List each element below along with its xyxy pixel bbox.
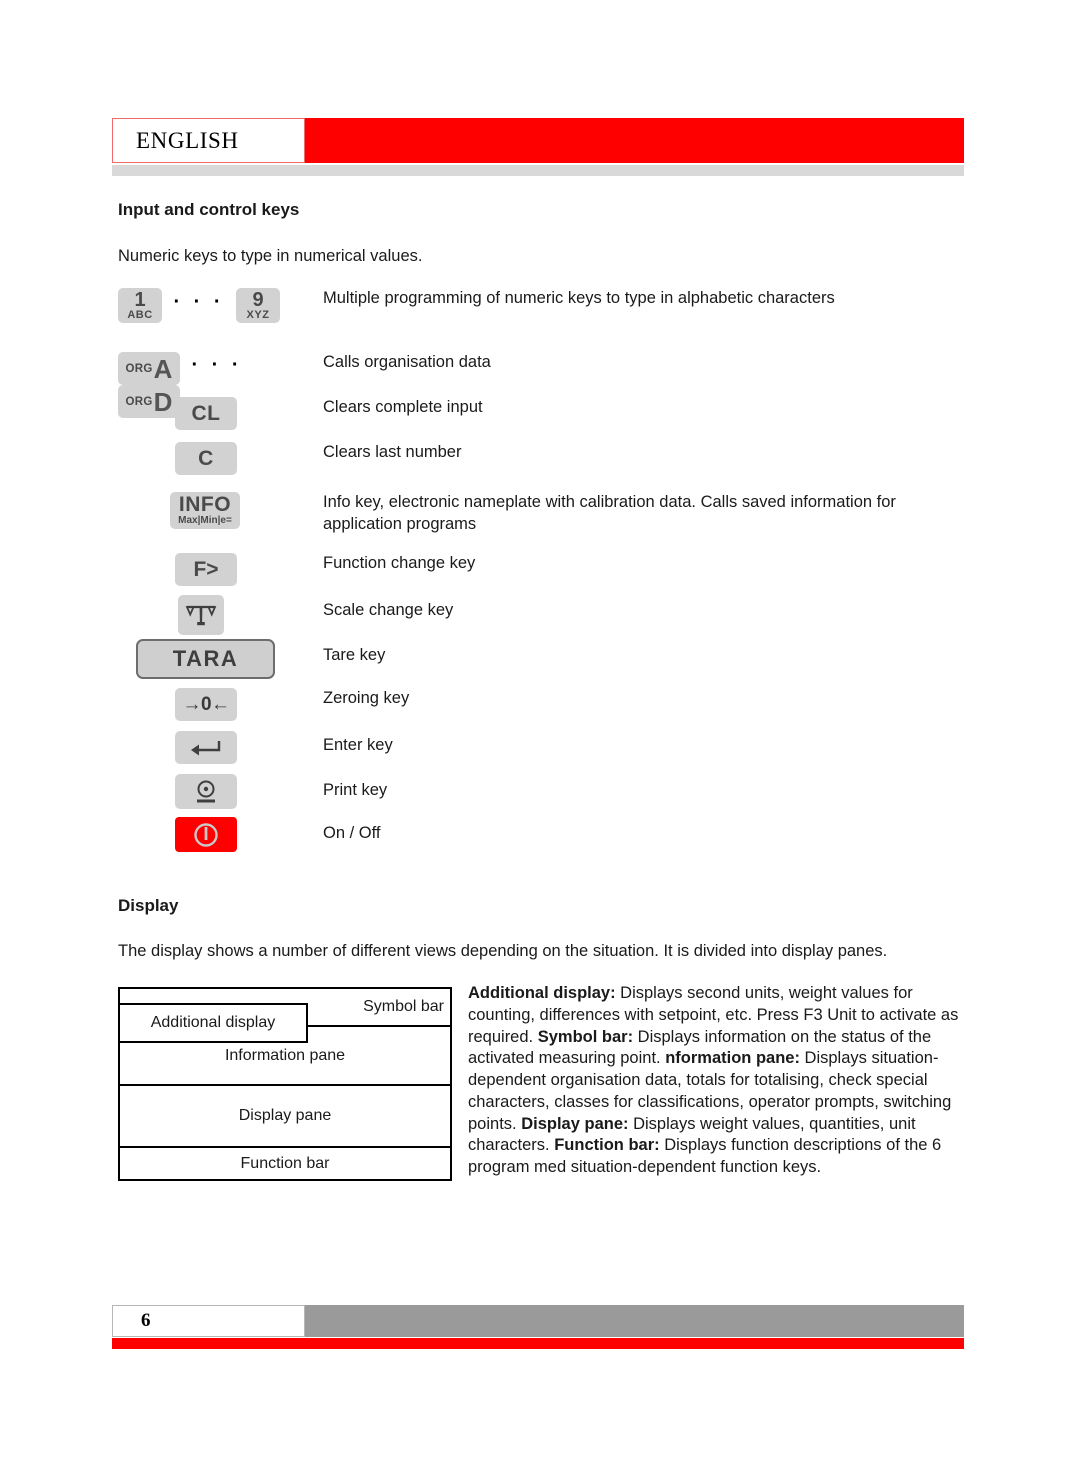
desc-term: Symbol bar: [537,1027,634,1046]
scale-change-key-icon [118,595,308,639]
zeroing-description: Zeroing key [323,689,410,707]
desc-term: Display pane: [521,1114,629,1133]
key-row-clear-all: CL Clears complete input [118,397,978,437]
key-row-enter: Enter key [118,731,978,771]
info-key-description: Info key, electronic nameplate with cali… [323,493,896,533]
diagram-display-pane: Display pane [120,1086,450,1148]
language-tab: ENGLISH [112,118,305,163]
page-footer: 6 [112,1305,964,1337]
key-row-clear-last: C Clears last number [118,442,978,482]
desc-term: nformation pane: [665,1049,800,1068]
tare-description: Tare key [323,646,386,664]
info-key-icon: INFO Max|Min|e= [118,492,308,536]
page-number: 6 [141,1310,151,1331]
key-row-print: Print key [118,774,978,816]
enter-description: Enter key [323,736,393,754]
display-pane-descriptions: Additional display: Displays second unit… [468,983,968,1179]
desc-term: Additional display: [468,984,616,1002]
clear-all-key-cap: CL [175,397,237,430]
key-range-ellipsis: · · · [173,291,225,313]
function-change-description: Function change key [323,554,476,572]
numeric-keys-intro: Numeric keys to type in numerical values… [118,247,423,265]
org-keys-a-to-d-icon: ORG A · · · ORG D [118,352,308,418]
display-layout-diagram: Symbol bar Information pane Display pane… [118,987,452,1181]
balance-scale-icon [178,595,224,635]
footer-red-strip [112,1338,964,1349]
key-row-scale-change: Scale change key [118,595,978,639]
key-row-info: INFO Max|Min|e= Info key, electronic nam… [118,492,978,536]
page-number-tab: 6 [112,1305,305,1337]
print-key-icon [118,774,308,816]
function-change-key-cap: F> [175,553,237,586]
header-gray-strip [112,165,964,176]
print-description: Print key [323,781,388,799]
power-description: On / Off [323,824,381,842]
power-symbol-icon [175,817,237,852]
key-range-ellipsis: · · · [191,354,243,376]
clear-last-key-cap: C [175,442,237,475]
org-keys-description: Calls organisation data [323,353,491,371]
numeric-keys-1-to-9-icon: 1 ABC · · · 9 XYZ [118,288,308,336]
enter-arrow-icon [175,731,237,764]
diagram-information-pane-label: Information pane [224,1046,346,1064]
tare-key-cap: TARA [136,639,275,679]
clear-all-description: Clears complete input [323,398,483,416]
display-heading: Display [118,896,179,915]
numeric-keys-description: Multiple programming of numeric keys to … [323,289,835,307]
key-row-zeroing: →0← Zeroing key [118,688,978,728]
key-row-numeric: 1 ABC · · · 9 XYZ Multiple programming o… [118,288,978,336]
zeroing-key-cap: →0← [175,688,237,721]
info-key-cap: INFO Max|Min|e= [170,492,240,529]
numeric-key-1: 1 ABC [118,288,162,323]
input-control-keys-heading: Input and control keys [118,200,300,219]
clear-all-key-icon: CL [118,397,308,437]
key-row-org: ORG A · · · ORG D Calls organisation dat… [118,352,978,418]
diagram-display-pane-label: Display pane [238,1107,332,1124]
print-symbol-icon [175,774,237,809]
key-row-power: On / Off [118,817,978,859]
org-key-a: ORG A [118,352,180,385]
zeroing-key-icon: →0← [118,688,308,728]
key-row-function-change: F> Function change key [118,553,978,593]
enter-key-icon [118,731,308,771]
numeric-key-9: 9 XYZ [236,288,280,323]
diagram-function-bar: Function bar [120,1148,450,1179]
clear-last-description: Clears last number [323,443,462,461]
function-change-key-icon: F> [118,553,308,593]
key-row-tare: TARA Tare key [118,639,978,683]
page-header: ENGLISH [112,118,964,163]
diagram-symbol-bar-label: Symbol bar [363,998,444,1015]
scale-change-description: Scale change key [323,601,454,619]
diagram-additional-display: Additional display [118,1003,308,1043]
desc-term: Function bar: [554,1136,660,1155]
on-off-key-icon [118,817,308,859]
clear-last-key-icon: C [118,442,308,482]
tare-key-icon: TARA [118,639,308,683]
display-intro: The display shows a number of different … [118,942,888,960]
diagram-function-bar-label: Function bar [240,1154,330,1172]
diagram-additional-display-label: Additional display [150,1014,276,1031]
language-tab-label: ENGLISH [136,127,239,153]
